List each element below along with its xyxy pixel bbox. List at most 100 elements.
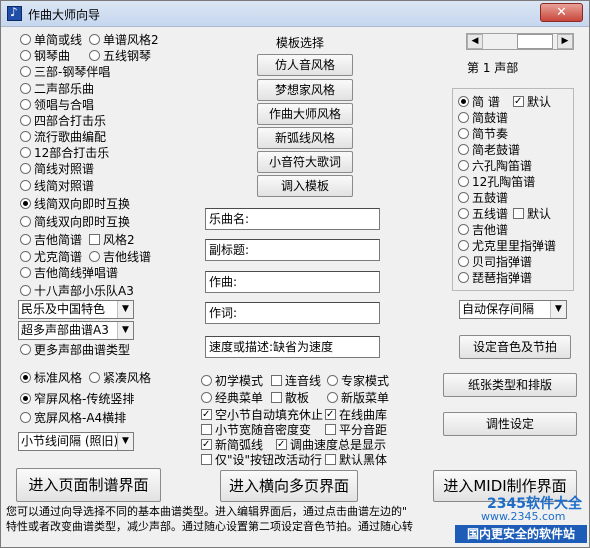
default-checkbox[interactable]: 默认 bbox=[513, 95, 551, 109]
load-template-button[interactable]: 调入模板 bbox=[257, 175, 353, 197]
type-radio-19[interactable]: 更多声部曲谱类型 bbox=[20, 343, 130, 357]
voice-scrollbar[interactable]: ◀ ▶ bbox=[466, 33, 574, 50]
spacing-select[interactable]: 小节线间隔 (照旧) ▼ bbox=[18, 432, 134, 451]
radio-dot bbox=[458, 160, 469, 171]
even-spacing-checkbox[interactable]: 平分音距 bbox=[325, 423, 387, 437]
change-only-checkbox[interactable]: 仅"设"按钮改活动行 bbox=[201, 453, 322, 467]
staff-radio-9[interactable]: 尤克里里指弹谱 bbox=[458, 239, 556, 253]
staff-radio-7[interactable]: 五线谱 bbox=[458, 207, 508, 221]
radio-label: 单简或线 bbox=[34, 33, 83, 47]
classic-menu-radio[interactable]: 经典菜单 bbox=[201, 391, 263, 405]
style-select[interactable]: 民乐及中国特色 ▼ bbox=[18, 300, 134, 319]
page-mode-button[interactable]: 进入页面制谱界面 bbox=[16, 468, 161, 502]
radio-dot bbox=[20, 412, 31, 423]
staff-radio-4[interactable]: 六孔陶笛谱 bbox=[458, 159, 532, 173]
radio-label: 二声部乐曲 bbox=[34, 82, 95, 96]
staff-radio-0[interactable]: 简 谱 bbox=[458, 95, 500, 109]
type-radio-3[interactable]: 五线钢琴 bbox=[89, 49, 151, 63]
radio-dot bbox=[458, 272, 469, 283]
ties-checkbox[interactable]: 连音线 bbox=[271, 374, 321, 388]
checkbox-label: 散板 bbox=[285, 391, 310, 405]
auto-fill-checkbox[interactable]: 空小节自动填充休止 bbox=[201, 408, 323, 422]
default-checkbox-2[interactable]: 默认 bbox=[513, 207, 551, 221]
online-library-checkbox[interactable]: 在线曲库 bbox=[325, 408, 387, 422]
arrow-left-icon[interactable]: ◀ bbox=[467, 34, 483, 49]
template-button-3[interactable]: 作曲大师风格 bbox=[257, 103, 353, 125]
scattered-checkbox[interactable]: 散板 bbox=[271, 391, 309, 405]
checkbox-label: 在线曲库 bbox=[339, 408, 388, 422]
compact-style-radio[interactable]: 紧凑风格 bbox=[89, 371, 151, 385]
checkbox-box bbox=[201, 454, 212, 465]
type-radio-5[interactable]: 二声部乐曲 bbox=[20, 82, 94, 96]
type-radio-9[interactable]: 12部合打击乐 bbox=[20, 146, 109, 160]
composer-field[interactable]: 作曲: bbox=[205, 271, 380, 293]
type-radio-11[interactable]: 线简对照谱 bbox=[20, 179, 94, 193]
type-radio-18[interactable]: 十八声部小乐队A3 bbox=[20, 284, 134, 298]
radio-label: 吉他谱 bbox=[472, 223, 509, 237]
radio-label: 标准风格 bbox=[34, 371, 83, 385]
new-arc-checkbox[interactable]: 新简弧线 bbox=[201, 438, 263, 452]
wide-style-radio[interactable]: 宽屏风格-A4横排 bbox=[20, 411, 126, 425]
subtitle-field[interactable]: 副标题: bbox=[205, 239, 380, 261]
type-radio-14[interactable]: 吉他简谱 bbox=[20, 233, 82, 247]
staff-radio-1[interactable]: 简鼓谱 bbox=[458, 111, 508, 125]
checkbox-label: 小节宽随音密度变 bbox=[215, 423, 312, 437]
set-color-button[interactable]: 设定音色及节拍 bbox=[459, 335, 571, 359]
type-radio-12[interactable]: 线简双向即时互换 bbox=[20, 197, 130, 211]
template-button-5[interactable]: 小音符大歌词 bbox=[257, 151, 353, 173]
density-checkbox[interactable]: 小节宽随音密度变 bbox=[201, 423, 311, 437]
close-button[interactable]: ✕ bbox=[540, 3, 583, 22]
scroll-thumb[interactable] bbox=[517, 34, 553, 49]
beginner-mode-radio[interactable]: 初学模式 bbox=[201, 374, 263, 388]
style2-checkbox[interactable]: 风格2 bbox=[89, 233, 135, 247]
staff-radio-5[interactable]: 12孔陶笛谱 bbox=[458, 175, 535, 189]
type-radio-17[interactable]: 吉他简线弹唱谱 bbox=[20, 266, 118, 280]
new-menu-radio[interactable]: 新版菜单 bbox=[327, 391, 389, 405]
template-button-4[interactable]: 新弧线风格 bbox=[257, 127, 353, 149]
expert-mode-radio[interactable]: 专家模式 bbox=[327, 374, 389, 388]
title-field[interactable]: 乐曲名: bbox=[205, 208, 380, 230]
type-radio-10[interactable]: 简线对照谱 bbox=[20, 162, 94, 176]
type-radio-8[interactable]: 流行歌曲编配 bbox=[20, 130, 106, 144]
checkbox-label: 空小节自动填充休止 bbox=[215, 408, 324, 422]
type-radio-13[interactable]: 简线双向即时互换 bbox=[20, 215, 130, 229]
narrow-style-radio[interactable]: 窄屏风格-传统竖排 bbox=[20, 392, 134, 406]
arrow-right-icon[interactable]: ▶ bbox=[557, 34, 573, 49]
tempo-always-checkbox[interactable]: 调曲速度总是显示 bbox=[276, 438, 386, 452]
staff-radio-6[interactable]: 五鼓谱 bbox=[458, 191, 508, 205]
staff-radio-10[interactable]: 贝司指弹谱 bbox=[458, 255, 532, 269]
type-radio-6[interactable]: 领唱与合唱 bbox=[20, 98, 94, 112]
standard-style-radio[interactable]: 标准风格 bbox=[20, 371, 82, 385]
horizontal-mode-button[interactable]: 进入横向多页界面 bbox=[220, 470, 358, 502]
template-button-2[interactable]: 梦想家风格 bbox=[257, 79, 353, 101]
autosave-select[interactable]: 自动保存间隔 ▼ bbox=[459, 300, 567, 319]
type-radio-16[interactable]: 吉他线谱 bbox=[89, 250, 151, 264]
staff-radio-8[interactable]: 吉他谱 bbox=[458, 223, 508, 237]
staff-radio-3[interactable]: 简老鼓谱 bbox=[458, 143, 520, 157]
type-radio-4[interactable]: 三部-钢琴伴唱 bbox=[20, 65, 110, 79]
radio-dot bbox=[89, 34, 100, 45]
chevron-down-icon: ▼ bbox=[117, 301, 133, 318]
paper-layout-button[interactable]: 纸张类型和排版 bbox=[443, 373, 577, 397]
type-radio-0[interactable]: 单简或线 bbox=[20, 33, 82, 47]
staff-radio-2[interactable]: 简节奏 bbox=[458, 127, 508, 141]
radio-dot bbox=[20, 393, 31, 404]
help-line-2: 特性或者改变曲谱类型，减少声部。通过随心设置第二项设定音色节拍。通过随心转 bbox=[6, 520, 413, 533]
radio-label: 流行歌曲编配 bbox=[34, 130, 107, 144]
type-radio-1[interactable]: 单谱风格2 bbox=[89, 33, 159, 47]
lyricist-field[interactable]: 作词: bbox=[205, 302, 380, 324]
radio-dot bbox=[20, 372, 31, 383]
tempo-field[interactable]: 速度或描述:缺省为速度 bbox=[205, 336, 380, 358]
staff-radio-11[interactable]: 琵琶指弹谱 bbox=[458, 271, 532, 285]
type-radio-2[interactable]: 钢琴曲 bbox=[20, 49, 70, 63]
radio-dot bbox=[20, 180, 31, 191]
radio-label: 贝司指弹谱 bbox=[472, 255, 533, 269]
parts-select[interactable]: 超多声部曲谱A3 ▼ bbox=[18, 321, 134, 340]
type-radio-15[interactable]: 尤克简谱 bbox=[20, 250, 82, 264]
select-value: 超多声部曲谱A3 bbox=[21, 323, 109, 337]
tuning-button[interactable]: 调性设定 bbox=[443, 412, 577, 436]
radio-dot bbox=[20, 344, 31, 355]
type-radio-7[interactable]: 四部合打击乐 bbox=[20, 114, 106, 128]
default-bold-checkbox[interactable]: 默认黑体 bbox=[325, 453, 387, 467]
template-button-1[interactable]: 仿人音风格 bbox=[257, 54, 353, 76]
